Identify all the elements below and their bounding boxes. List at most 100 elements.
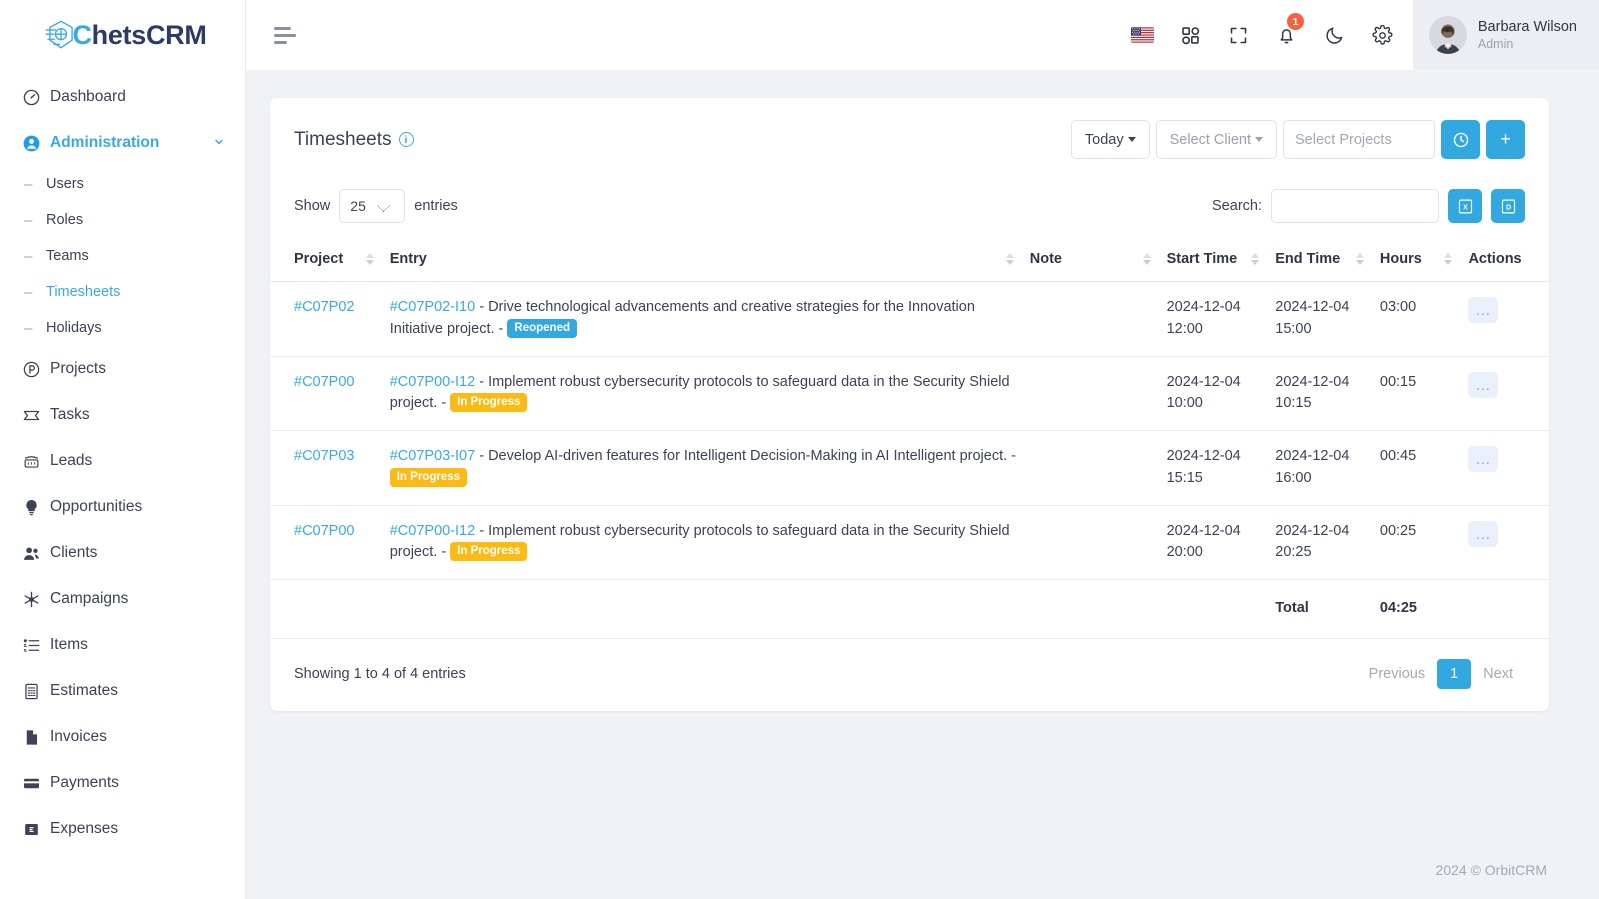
search-group: Search: X D: [1212, 189, 1525, 223]
cell-note: [1029, 356, 1167, 431]
project-link[interactable]: #C07P00: [294, 523, 354, 539]
column-header-project[interactable]: Project: [270, 237, 390, 282]
header-tools: Today Select Client Select Projects +: [1070, 120, 1525, 159]
cell-hours: 00:25: [1379, 505, 1469, 580]
cell-end-time: 2024-12-04 10:15: [1275, 356, 1380, 431]
table-header: Project Entry Note Start Time End Time H…: [270, 237, 1549, 282]
export-excel-button[interactable]: X: [1448, 189, 1482, 223]
total-label: Total: [1275, 579, 1380, 639]
sidebar-subitem-label: Holidays: [46, 320, 102, 336]
sidebar-item-payments[interactable]: Payments: [0, 760, 245, 806]
fullscreen-button[interactable]: [1215, 0, 1263, 70]
cell-entry: #C07P02-I10 - Drive technological advanc…: [389, 281, 1030, 357]
project-link[interactable]: #C07P02: [294, 299, 354, 315]
status-badge: In Progress: [450, 393, 528, 413]
status-badge: In Progress: [450, 542, 528, 562]
sidebar-subitem-holidays[interactable]: – Holidays: [0, 310, 245, 346]
today-filter-label: Today: [1084, 131, 1124, 148]
row-actions-button[interactable]: ...: [1468, 446, 1499, 472]
total-spacer: [270, 579, 390, 639]
table-body: #C07P02 #C07P02-I10 - Drive technologica…: [270, 281, 1549, 639]
sidebar-item-administration[interactable]: Administration: [0, 120, 245, 166]
sidebar-item-tasks[interactable]: Tasks: [0, 392, 245, 438]
entries-label: entries: [414, 198, 458, 214]
notifications-button[interactable]: 1: [1263, 0, 1311, 70]
column-header-end-time[interactable]: End Time: [1275, 237, 1380, 282]
sidebar-item-items[interactable]: Items: [0, 622, 245, 668]
sidebar-item-estimates[interactable]: Estimates: [0, 668, 245, 714]
sidebar-item-dashboard[interactable]: Dashboard: [0, 74, 245, 120]
entry-link[interactable]: #C07P03-I07: [390, 448, 475, 464]
campaign-icon: [22, 590, 48, 609]
column-label: Entry: [389, 251, 427, 267]
cell-actions: ...: [1468, 281, 1549, 357]
settings-button[interactable]: [1359, 0, 1407, 70]
user-profile-menu[interactable]: Barbara Wilson Admin: [1412, 0, 1599, 70]
row-actions-button[interactable]: ...: [1468, 520, 1499, 547]
content-area: Timesheets i Today Select Client Select …: [246, 70, 1599, 841]
profile-name: Barbara Wilson: [1477, 18, 1577, 35]
column-header-start-time[interactable]: Start Time: [1166, 237, 1276, 282]
entry-link[interactable]: #C07P00-I12: [390, 374, 475, 390]
column-label: End Time: [1275, 251, 1341, 267]
cell-note: [1029, 281, 1167, 357]
start-time: 12:00: [1166, 320, 1203, 337]
sidebar-item-clients[interactable]: Clients: [0, 530, 245, 576]
sidebar-item-campaigns[interactable]: Campaigns: [0, 576, 245, 622]
dark-mode-toggle[interactable]: [1311, 0, 1359, 70]
entry-text: Develop AI-driven features for Intellige…: [488, 448, 1016, 464]
total-spacer: [1468, 579, 1549, 639]
cell-project: #C07P03: [270, 430, 390, 506]
start-date: 2024-12-04: [1166, 448, 1241, 464]
today-filter-dropdown[interactable]: Today: [1070, 120, 1150, 159]
select-client-dropdown[interactable]: Select Client: [1155, 120, 1277, 159]
project-link[interactable]: #C07P03: [294, 448, 354, 464]
language-selector[interactable]: [1119, 0, 1167, 70]
sidebar-subitem-roles[interactable]: – Roles: [0, 202, 245, 238]
apps-grid-icon: [1182, 26, 1200, 44]
export-doc-button[interactable]: D: [1491, 189, 1525, 223]
sidebar-subitem-users[interactable]: – Users: [0, 166, 245, 202]
search-input[interactable]: [1271, 189, 1439, 223]
info-icon[interactable]: i: [398, 132, 414, 147]
column-header-entry[interactable]: Entry: [389, 237, 1030, 282]
total-spacer: [1029, 579, 1167, 639]
brand-logo[interactable]: ChetsCRM: [0, 0, 245, 70]
start-date: 2024-12-04: [1166, 522, 1241, 539]
end-time: 20:25: [1275, 544, 1312, 561]
table-row: #C07P03 #C07P03-I07 - Develop AI-driven …: [270, 430, 1549, 506]
sidebar-item-invoices[interactable]: Invoices: [0, 714, 245, 760]
log-time-button[interactable]: [1441, 120, 1480, 159]
select-projects-input[interactable]: Select Projects: [1283, 120, 1435, 159]
cell-start-time: 2024-12-04 15:15: [1166, 430, 1276, 506]
doc-export-icon: D: [1501, 199, 1515, 213]
avatar: [1428, 16, 1467, 54]
project-link[interactable]: #C07P00: [294, 374, 354, 390]
cell-project: #C07P02: [270, 281, 390, 357]
pagination-next[interactable]: Next: [1471, 659, 1525, 689]
add-timesheet-button[interactable]: +: [1486, 120, 1525, 159]
pagination-page-1[interactable]: 1: [1437, 658, 1472, 689]
sidebar-item-label: Dashboard: [50, 88, 126, 105]
pagination-previous[interactable]: Previous: [1357, 659, 1437, 689]
apps-grid-button[interactable]: [1167, 0, 1215, 70]
sidebar-toggle-button[interactable]: [270, 21, 300, 50]
column-header-note[interactable]: Note: [1029, 237, 1167, 282]
sidebar-item-opportunities[interactable]: Opportunities: [0, 484, 245, 530]
expense-icon: [22, 820, 48, 839]
sidebar-item-leads[interactable]: Leads: [0, 438, 245, 484]
sidebar-subitem-timesheets[interactable]: – Timesheets: [0, 274, 245, 310]
sidebar-item-expenses[interactable]: Expenses: [0, 806, 245, 852]
entry-link[interactable]: #C07P02-I10: [390, 299, 475, 315]
column-header-hours[interactable]: Hours: [1379, 237, 1469, 282]
row-actions-button[interactable]: ...: [1468, 297, 1499, 323]
sidebar-item-projects[interactable]: Projects: [0, 346, 245, 392]
entry-link[interactable]: #C07P00-I12: [390, 523, 475, 539]
sidebar-subitem-teams[interactable]: – Teams: [0, 238, 245, 274]
cell-end-time: 2024-12-04 20:25: [1275, 505, 1380, 580]
show-label: Show: [294, 198, 331, 214]
start-time: 10:00: [1166, 395, 1203, 412]
row-actions-button[interactable]: ...: [1468, 371, 1499, 398]
sidebar-item-label: Campaigns: [50, 590, 129, 607]
page-length-select[interactable]: 102550100: [339, 189, 406, 223]
